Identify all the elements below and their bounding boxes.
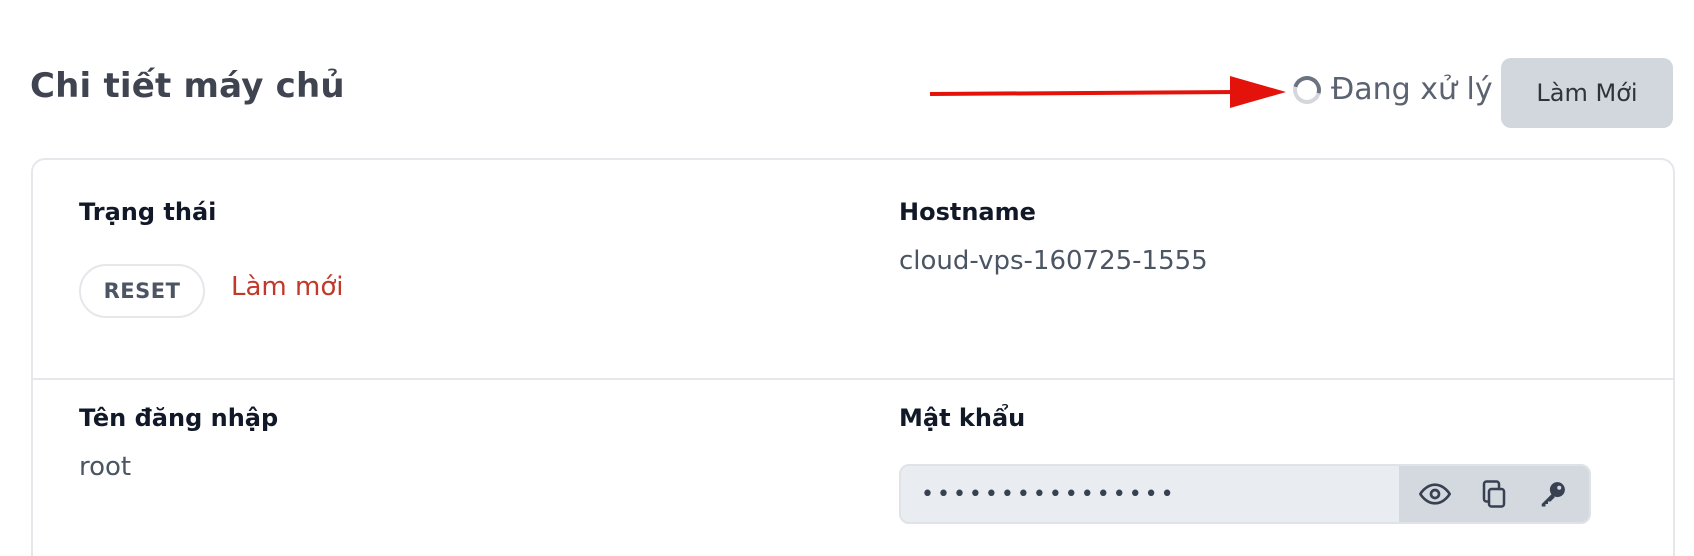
password-label: Mật khẩu [899,404,1026,432]
annotation-arrow [930,76,1286,108]
refresh-button[interactable]: Làm Mới [1501,58,1673,128]
row-divider [33,378,1673,380]
password-field [899,464,1591,524]
show-password-button[interactable] [1411,470,1459,518]
password-actions [1399,466,1589,522]
server-details-card: Trạng thái RESET Làm mới Hostname cloud-… [31,158,1675,556]
copy-icon [1482,480,1506,508]
spinner-icon [1287,70,1327,109]
hostname-value: cloud-vps-160725-1555 [899,246,1208,276]
status-badge: RESET [79,264,205,318]
status-label: Trạng thái [79,198,217,226]
password-input[interactable] [901,466,1399,522]
eye-icon [1418,483,1451,505]
status-refresh-link[interactable]: Làm mới [231,272,343,302]
copy-password-button[interactable] [1470,470,1518,518]
processing-indicator: Đang xử lý [1287,70,1493,109]
key-icon [1542,482,1566,507]
username-label: Tên đăng nhập [79,404,279,432]
page-title: Chi tiết máy chủ [30,66,345,106]
server-details-page: Chi tiết máy chủ Đang xử lý Làm Mới Trạn… [0,0,1694,556]
hostname-label: Hostname [899,198,1036,226]
change-password-button[interactable] [1529,470,1577,518]
processing-text: Đang xử lý [1331,72,1493,107]
username-value: root [79,452,132,482]
